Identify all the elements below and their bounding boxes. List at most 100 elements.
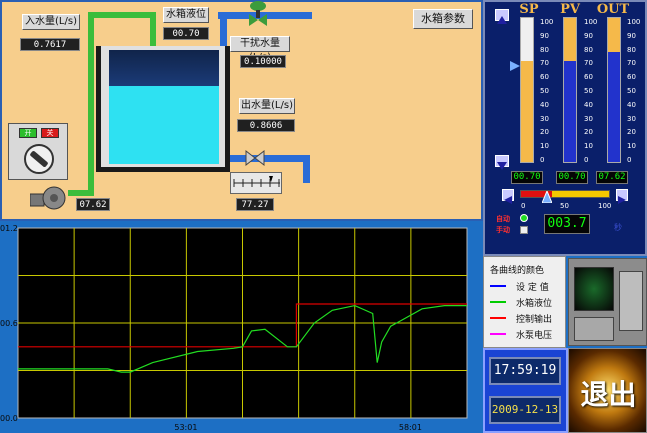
level-value: 00.70 xyxy=(163,27,209,40)
pump-value: 07.62 xyxy=(76,198,110,211)
auto-radio[interactable] xyxy=(520,214,528,222)
tank-water xyxy=(109,86,219,164)
y-tick-label: 01.2 xyxy=(0,224,18,233)
header-pv: PV xyxy=(560,2,580,17)
scale-down-button[interactable] xyxy=(495,155,509,170)
scale-tick-label: 90 xyxy=(627,31,636,40)
disturb-value: 0.10000 xyxy=(240,55,286,68)
header-sp: SP xyxy=(519,2,539,17)
pid-time-unit: 秒 xyxy=(614,223,622,232)
sp-bar-fill xyxy=(521,61,533,162)
outflow-valve-icon xyxy=(244,149,266,167)
slider-tick-50: 50 xyxy=(560,202,569,210)
level-label: 水箱液位 xyxy=(163,7,209,23)
legend-swatch xyxy=(490,301,506,303)
scale-tick-label: 100 xyxy=(540,18,554,26)
preview-base-icon xyxy=(574,317,614,341)
outflow-pipe-vertical xyxy=(303,155,310,183)
legend-label: 水箱液位 xyxy=(516,299,553,309)
scale-tick-label: 80 xyxy=(584,45,593,54)
legend-item: 水泵电压 xyxy=(488,327,566,343)
legend-label: 控制输出 xyxy=(516,315,553,325)
slider-left-button[interactable] xyxy=(502,189,514,204)
y-tick-label: 00.0 xyxy=(0,414,18,423)
legend-panel: 各曲线的颜色 设 定 值水箱液位控制输出水泵电压 xyxy=(483,256,566,348)
trend-chart: 01.2 00.6 00.0 53:01 58:01 xyxy=(0,224,468,432)
y-tick-label: 00.6 xyxy=(0,319,18,328)
pv-bar-fill xyxy=(564,61,576,162)
scale-tick-label: 40 xyxy=(540,100,549,109)
legend-title: 各曲线的颜色 xyxy=(490,266,545,276)
header-out: OUT xyxy=(596,2,630,17)
output-slider-track[interactable] xyxy=(520,190,610,198)
slider-right-button[interactable] xyxy=(616,189,628,204)
pid-time-value: 003.7 xyxy=(544,214,590,234)
scale-tick-label: 20 xyxy=(627,128,636,137)
sp-pointer-icon[interactable] xyxy=(510,56,520,72)
switch-on-indicator[interactable]: 开 xyxy=(19,128,37,138)
legend-label: 设 定 值 xyxy=(516,283,549,293)
scale-tick-label: 10 xyxy=(627,142,636,151)
out-bar-fill xyxy=(608,52,620,162)
valve-value: 77.27 xyxy=(236,198,274,211)
scale-tick-label: 70 xyxy=(584,59,593,68)
inflow-value: 0.7617 xyxy=(20,38,80,51)
gauge-scale-icon xyxy=(233,176,280,187)
scale-tick-label: 10 xyxy=(540,142,549,151)
valve-gauge xyxy=(230,172,282,194)
outflow-value: 0.8606 xyxy=(237,119,295,132)
outflow-pipe-horizontal xyxy=(225,155,309,162)
auto-label: 自动 xyxy=(496,215,510,223)
scale-tick-label: 0 xyxy=(540,156,545,164)
scale-tick-label: 30 xyxy=(584,114,593,123)
scale-tick-label: 40 xyxy=(627,100,636,109)
pv-value: 00.70 xyxy=(556,171,588,184)
sp-bar-track xyxy=(520,17,534,163)
scale-up-button[interactable] xyxy=(495,9,509,24)
scale-tick-label: 60 xyxy=(584,73,593,82)
legend-item: 设 定 值 xyxy=(488,279,566,295)
scale-tick-label: 100 xyxy=(584,18,598,26)
disturb-label: 干扰水量(L/s) xyxy=(230,36,290,63)
output-slider-thumb[interactable] xyxy=(541,188,553,204)
scale-tick-label: 40 xyxy=(584,100,593,109)
scale-tick-label: 90 xyxy=(540,31,549,40)
tank-params-button[interactable]: 水箱参数 xyxy=(413,9,473,29)
legend-label: 水泵电压 xyxy=(516,331,553,341)
exit-button[interactable]: 退出 xyxy=(568,348,647,433)
slider-tick-0: 0 xyxy=(521,202,526,210)
out-bar-track xyxy=(607,17,621,163)
scale-tick-label: 70 xyxy=(627,59,636,68)
inflow-pipe-vertical xyxy=(88,12,94,196)
switch-off-indicator[interactable]: 关 xyxy=(41,128,59,138)
slider-tick-100: 100 xyxy=(598,202,612,210)
preview-panel-icon xyxy=(619,271,643,331)
scale-tick-label: 50 xyxy=(627,87,636,95)
x-tick-label: 58:01 xyxy=(399,423,422,432)
inflow-label: 入水量(L/s) xyxy=(22,14,80,30)
arrow-up-icon xyxy=(497,16,507,24)
arrow-down-icon xyxy=(497,162,507,170)
scale-tick-label: 30 xyxy=(540,114,549,123)
inflow-pipe-horizontal xyxy=(88,12,156,18)
arrow-left-icon xyxy=(504,196,512,204)
scale-tick-label: 0 xyxy=(627,156,632,164)
water-tank xyxy=(96,46,230,172)
x-tick-label: 53:01 xyxy=(174,423,197,432)
scale-tick-label: 90 xyxy=(584,31,593,40)
manual-checkbox[interactable] xyxy=(520,226,528,234)
scale-tick-label: 20 xyxy=(584,128,593,137)
scale-tick-label: 80 xyxy=(627,45,636,54)
scale-tick-label: 80 xyxy=(540,45,549,54)
pv-bar-track xyxy=(563,17,577,163)
tank-empty-space xyxy=(109,50,219,86)
scale-tick-label: 10 xyxy=(584,142,593,151)
sp-value: 00.70 xyxy=(511,171,543,184)
rotary-switch-icon[interactable] xyxy=(23,143,55,175)
out-value: 07.62 xyxy=(596,171,628,184)
scale-tick-label: 50 xyxy=(584,87,593,95)
legend-list: 设 定 值水箱液位控制输出水泵电压 xyxy=(488,279,566,343)
preview-thumbnail[interactable] xyxy=(568,258,647,346)
legend-swatch xyxy=(490,333,506,335)
out-scale: 100 90 80 70 60 50 40 30 20 10 0 xyxy=(627,18,643,164)
